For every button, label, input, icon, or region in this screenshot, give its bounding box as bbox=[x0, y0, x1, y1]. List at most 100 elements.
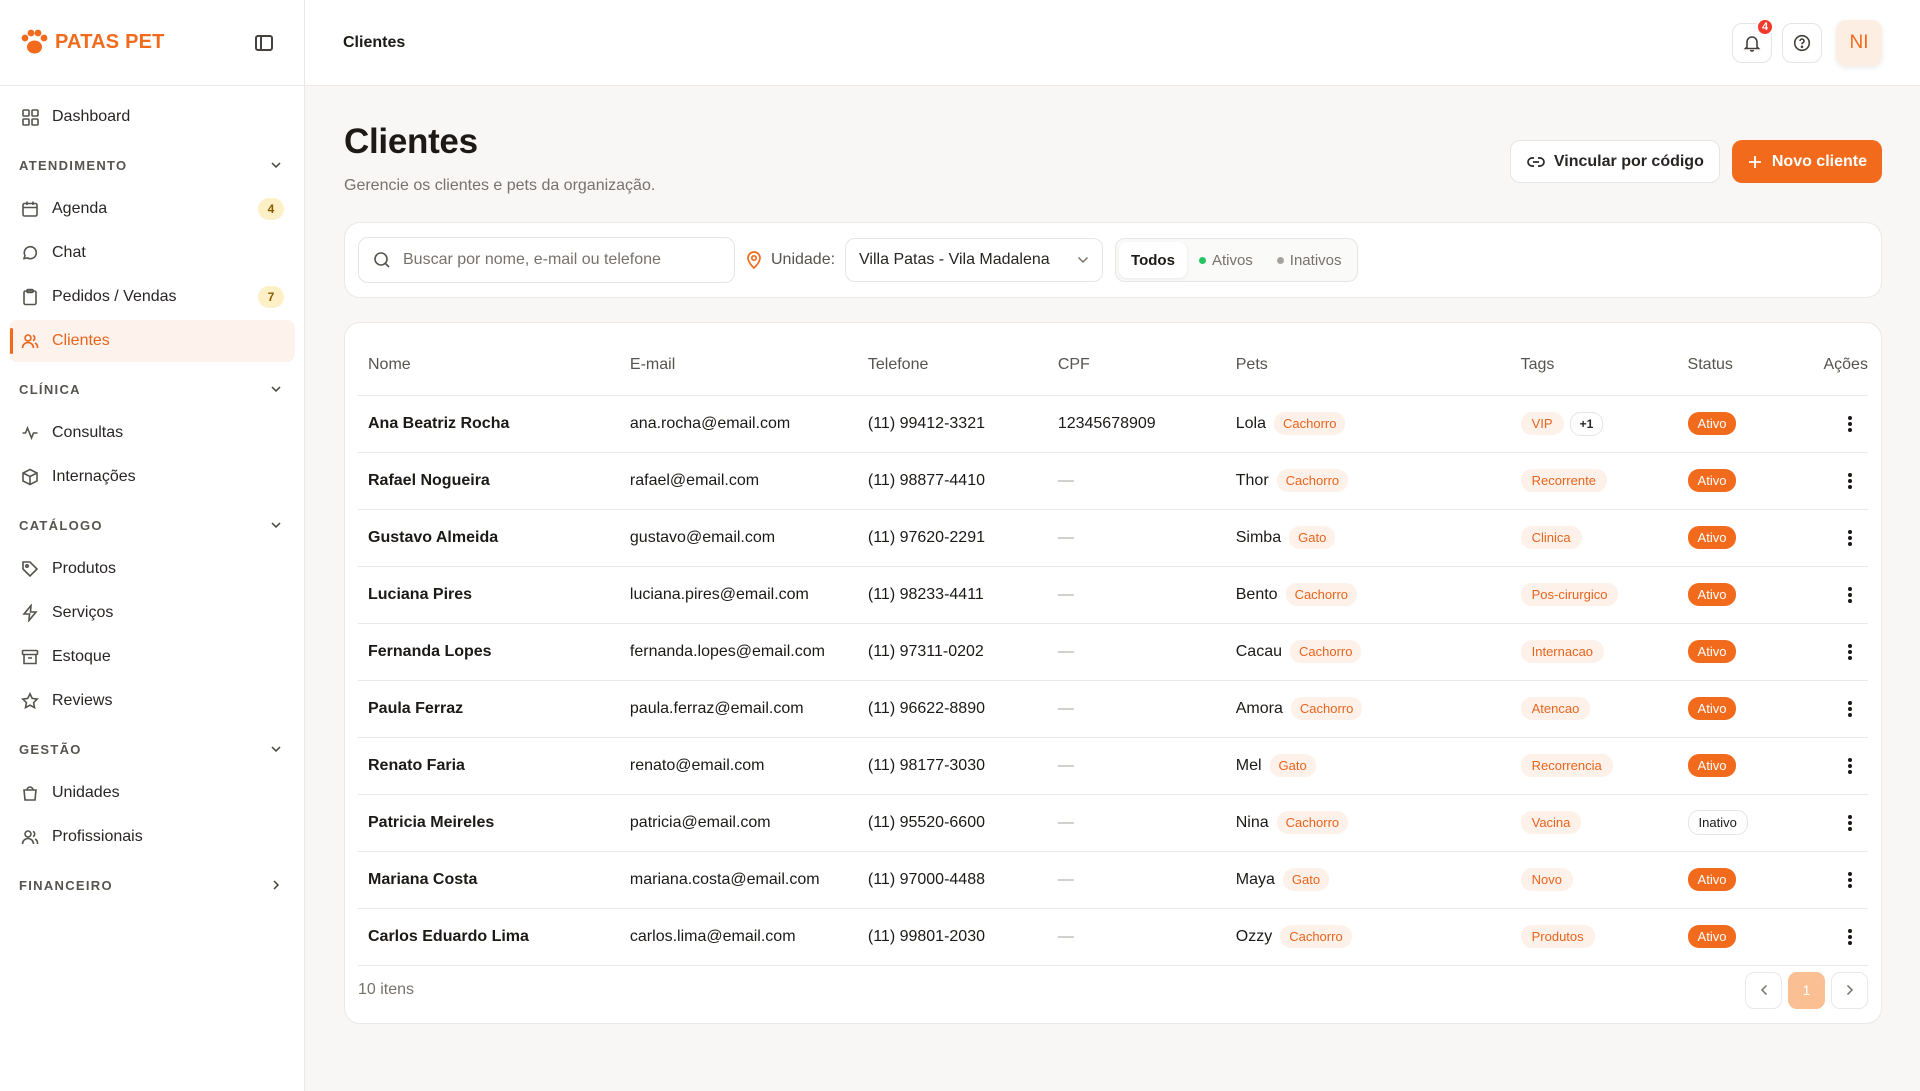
sidebar-item-reviews[interactable]: Reviews bbox=[9, 680, 295, 722]
more-actions-icon[interactable] bbox=[1840, 871, 1860, 888]
column-header[interactable]: Tags bbox=[1510, 335, 1678, 396]
client-name[interactable]: Mariana Costa bbox=[358, 851, 620, 909]
sidebar-item-internacoes[interactable]: Internações bbox=[9, 456, 295, 498]
pagination: 1 bbox=[1745, 971, 1868, 1009]
column-header[interactable]: Nome bbox=[358, 335, 620, 396]
table-row[interactable]: Luciana Pires luciana.pires@email.com (11)… bbox=[358, 566, 1868, 624]
client-name[interactable]: Rafael Nogueira bbox=[358, 452, 620, 510]
more-actions-icon[interactable] bbox=[1840, 472, 1860, 489]
topbar: Clientes 4 NI bbox=[305, 0, 1920, 86]
link-by-code-button[interactable]: Vincular por código bbox=[1509, 140, 1720, 183]
client-pets: Amora Cachorro bbox=[1225, 680, 1511, 738]
chevron-left-icon bbox=[1760, 984, 1767, 996]
column-header[interactable]: CPF bbox=[1047, 335, 1226, 396]
notifications-button[interactable]: 4 bbox=[1732, 17, 1774, 63]
page-button-current[interactable]: 1 bbox=[1788, 971, 1825, 1009]
filter-todos[interactable]: Todos bbox=[1119, 242, 1187, 278]
client-cpf: — bbox=[1047, 623, 1226, 681]
client-name[interactable]: Gustavo Almeida bbox=[358, 509, 620, 567]
page-subtitle: Gerencie os clientes e pets da organizaç… bbox=[344, 177, 656, 194]
sidebar-item-chat[interactable]: Chat bbox=[9, 232, 295, 274]
table-row[interactable]: Ana Beatriz Rocha ana.rocha@email.com (11)… bbox=[358, 395, 1868, 453]
status-badge: Ativo bbox=[1687, 412, 1737, 435]
filter-bar: Buscar por nome, e-mail ou telefone Unid… bbox=[344, 222, 1882, 298]
table-row[interactable]: Patricia Meireles patricia@email.com (11) … bbox=[358, 794, 1868, 852]
pet-species-badge: Cachorro bbox=[1285, 583, 1358, 606]
client-name[interactable]: Patricia Meireles bbox=[358, 794, 620, 852]
avatar[interactable]: NI bbox=[1836, 19, 1882, 66]
unit-label-text: Unidade: bbox=[771, 251, 836, 268]
client-tags: Atencao bbox=[1510, 680, 1678, 738]
table-row[interactable]: Fernanda Lopes fernanda.lopes@email.com (1… bbox=[358, 623, 1868, 681]
sidebar-item-clientes[interactable]: Clientes bbox=[9, 320, 295, 362]
more-actions-icon[interactable] bbox=[1840, 586, 1860, 603]
prev-page-button[interactable] bbox=[1745, 971, 1782, 1009]
sidebar-item-produtos[interactable]: Produtos bbox=[9, 548, 295, 590]
client-name[interactable]: Renato Faria bbox=[358, 737, 620, 795]
search-input[interactable]: Buscar por nome, e-mail ou telefone bbox=[358, 237, 735, 283]
users-icon bbox=[20, 827, 40, 847]
sidebar-item-estoque[interactable]: Estoque bbox=[9, 636, 295, 678]
client-name[interactable]: Fernanda Lopes bbox=[358, 623, 620, 681]
tag-more-badge[interactable]: +1 bbox=[1569, 411, 1604, 436]
client-phone: (11) 98233-4411 bbox=[857, 566, 1048, 624]
table-row[interactable]: Renato Faria renato@email.com (11) 98177-3… bbox=[358, 737, 1868, 795]
sidebar-item-profissionais[interactable]: Profissionais bbox=[9, 816, 295, 858]
column-header[interactable]: Status bbox=[1677, 335, 1814, 396]
unit-select[interactable]: Villa Patas - Vila Madalena bbox=[845, 238, 1104, 282]
pet-name: Mel bbox=[1235, 757, 1262, 774]
next-page-button[interactable] bbox=[1831, 971, 1868, 1009]
more-actions-icon[interactable] bbox=[1840, 814, 1860, 831]
sidebar-section-1[interactable]: CLÍNICA bbox=[9, 366, 295, 412]
users-icon bbox=[20, 331, 40, 351]
client-cpf: — bbox=[1047, 794, 1226, 852]
sidebar-item-consultas[interactable]: Consultas bbox=[9, 412, 295, 454]
client-name[interactable]: Ana Beatriz Rocha bbox=[358, 395, 620, 453]
client-tags: VIP +1 bbox=[1510, 395, 1678, 453]
more-actions-icon[interactable] bbox=[1840, 415, 1860, 432]
sidebar-item-dashboard[interactable]: Dashboard bbox=[9, 96, 295, 138]
tag-badge: Recorrencia bbox=[1520, 754, 1613, 777]
sidebar-item-label: Unidades bbox=[52, 784, 120, 801]
more-actions-icon[interactable] bbox=[1840, 643, 1860, 660]
search-icon bbox=[374, 252, 390, 268]
sidebar-section-3[interactable]: GESTÃO bbox=[9, 726, 295, 772]
pet-species-badge: Cachorro bbox=[1290, 697, 1363, 720]
filter-ativos[interactable]: Ativos bbox=[1187, 242, 1265, 278]
client-status: Ativo bbox=[1677, 623, 1814, 681]
sidebar-item-agenda[interactable]: Agenda 4 bbox=[9, 188, 295, 230]
client-name[interactable]: Paula Ferraz bbox=[358, 680, 620, 738]
sidebar-toggle-icon[interactable] bbox=[255, 34, 273, 51]
sidebar-item-unidades[interactable]: Unidades bbox=[9, 772, 295, 814]
client-name[interactable]: Luciana Pires bbox=[358, 566, 620, 624]
sidebar-item-pedidos-vendas[interactable]: Pedidos / Vendas 7 bbox=[9, 276, 295, 318]
sidebar-section-4[interactable]: FINANCEIRO bbox=[9, 862, 295, 908]
help-button[interactable] bbox=[1782, 22, 1822, 63]
more-actions-icon[interactable] bbox=[1840, 700, 1860, 717]
tag-badge: Novo bbox=[1520, 868, 1573, 891]
sidebar-section-title: FINANCEIRO bbox=[19, 877, 113, 893]
column-header[interactable]: Ações bbox=[1813, 335, 1868, 396]
table-row[interactable]: Paula Ferraz paula.ferraz@email.com (11) 9… bbox=[358, 680, 1868, 738]
sidebar-section-0[interactable]: ATENDIMENTO bbox=[9, 142, 295, 188]
clients-table: Nome E-mail Telefone CPF Pets Tags Status Ações… bbox=[358, 335, 1868, 966]
pet-name: Amora bbox=[1235, 700, 1283, 717]
new-client-button[interactable]: Novo cliente bbox=[1731, 140, 1882, 183]
client-status: Ativo bbox=[1677, 395, 1814, 453]
client-phone: (11) 97620-2291 bbox=[857, 509, 1048, 567]
column-header[interactable]: Telefone bbox=[857, 335, 1048, 396]
sidebar-item-servicos[interactable]: Serviços bbox=[9, 592, 295, 634]
more-actions-icon[interactable] bbox=[1840, 928, 1860, 945]
more-actions-icon[interactable] bbox=[1840, 757, 1860, 774]
more-actions-icon[interactable] bbox=[1840, 529, 1860, 546]
filter-inativos[interactable]: Inativos bbox=[1265, 242, 1354, 278]
client-email: patricia@email.com bbox=[619, 794, 858, 852]
column-header[interactable]: E-mail bbox=[619, 335, 858, 396]
table-row[interactable]: Mariana Costa mariana.costa@email.com (11)… bbox=[358, 851, 1868, 909]
tag-badge: Internacao bbox=[1520, 640, 1605, 663]
table-row[interactable]: Rafael Nogueira rafael@email.com (11) 9887… bbox=[358, 452, 1868, 510]
table-row[interactable]: Gustavo Almeida gustavo@email.com (11) 976… bbox=[358, 509, 1868, 567]
client-actions bbox=[1813, 566, 1868, 624]
column-header[interactable]: Pets bbox=[1225, 335, 1511, 396]
sidebar-section-2[interactable]: CATÁLOGO bbox=[9, 502, 295, 548]
